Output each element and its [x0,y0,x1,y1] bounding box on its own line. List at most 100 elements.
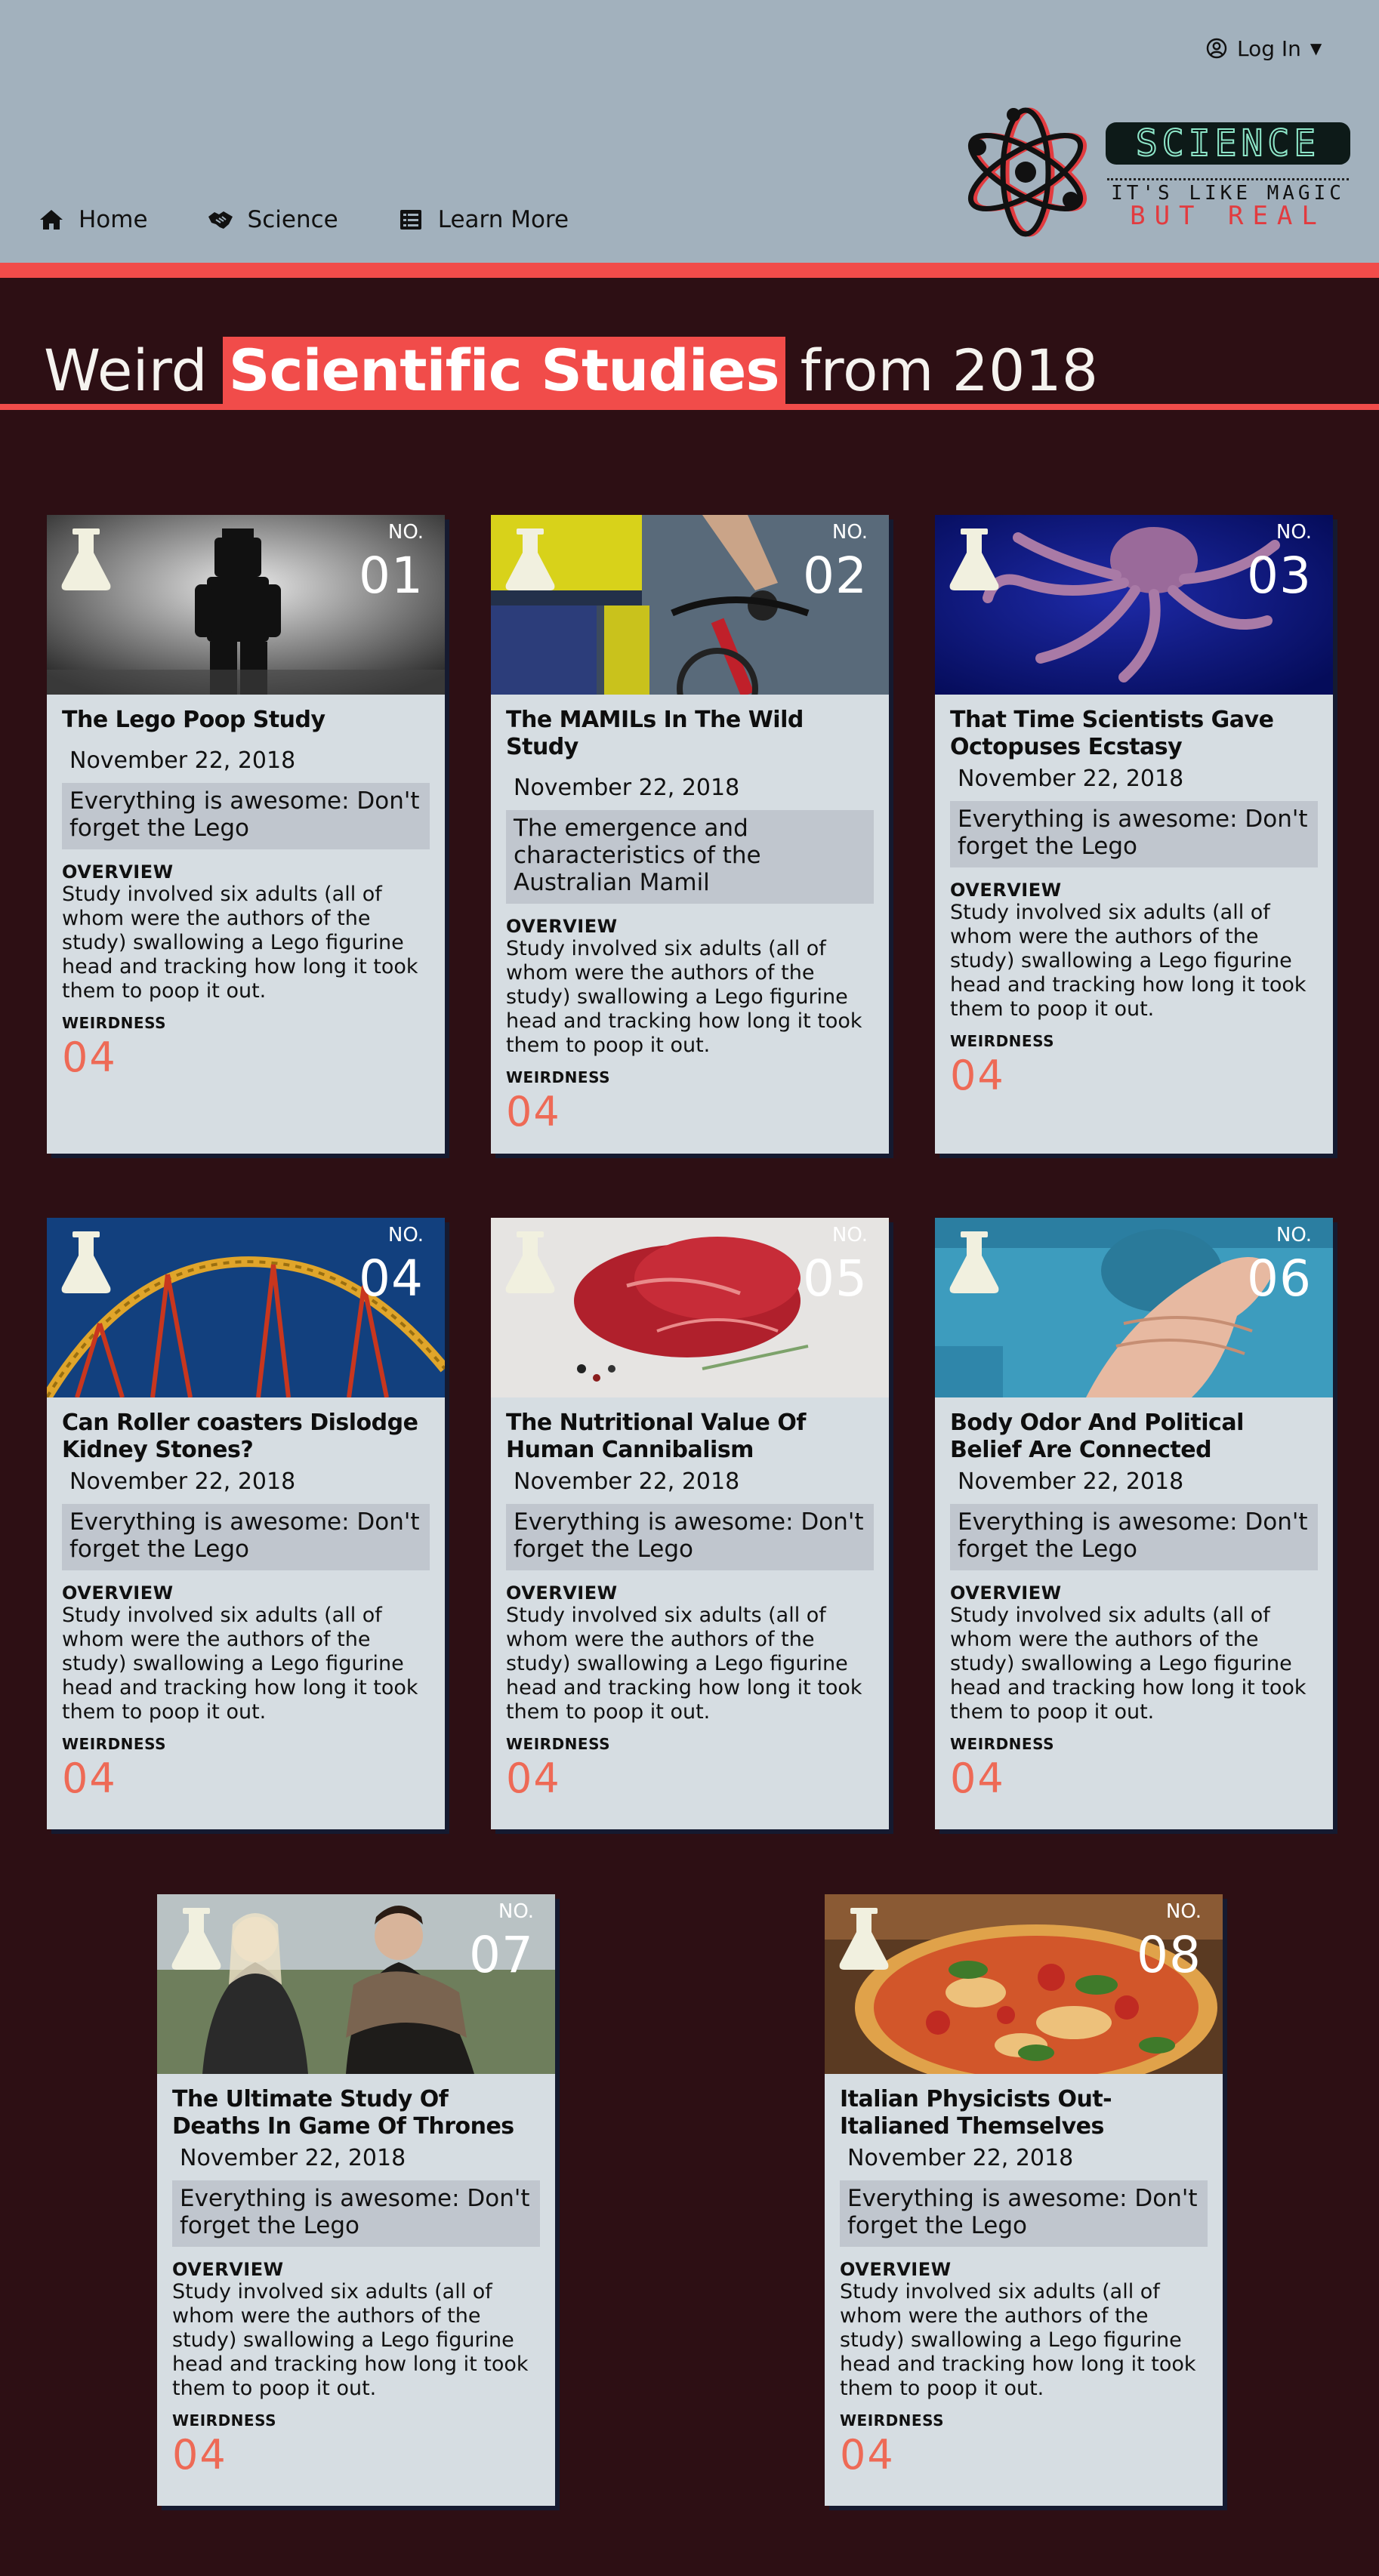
overview-text: Study involved six adults (all of whom w… [950,1604,1307,1724]
weirdness-heading: WEIRDNESS [172,2411,276,2430]
roller-coaster-image: NO. 04 [47,1218,445,1397]
card-number-label: NO. [1165,1900,1202,1923]
card-date: November 22, 2018 [180,2145,406,2171]
nav-item-learn-more[interactable]: Learn More [397,206,569,233]
overview-heading: OVERVIEW [950,1582,1062,1604]
sweaty-shirt-image: NO. 06 [935,1218,1333,1397]
handshake-icon [208,211,233,229]
weirdness-score: 04 [506,1755,561,1802]
card-date: November 22, 2018 [69,1468,296,1495]
main-nav: Home Science Learn More [38,201,628,239]
card-title[interactable]: The Nutritional Value Of Human Cannibali… [506,1410,874,1464]
card-subtitle: Everything is awesome: Don't forget the … [950,1504,1318,1570]
overview-heading: OVERVIEW [506,916,618,937]
overview-heading: OVERVIEW [840,2259,952,2280]
atom-icon [967,107,1087,237]
study-card[interactable]: NO. 06 Body Odor And Political Belief Ar… [935,1218,1333,1829]
home-icon [40,210,63,230]
logo-wordmark: SCIENCE [1106,122,1350,165]
study-card[interactable]: NO. 02 The MAMILs In The Wild Study Nove… [491,515,889,1154]
weirdness-score: 04 [62,1034,117,1081]
card-number: 01 [359,547,424,605]
card-number: 08 [1137,1926,1202,1984]
card-date: November 22, 2018 [958,1468,1184,1495]
overview-heading: OVERVIEW [62,861,174,883]
flask-icon [949,528,999,590]
card-title[interactable]: The Ultimate Study Of Deaths In Game Of … [172,2086,540,2140]
study-card[interactable]: NO. 03 That Time Scientists Gave Octopus… [935,515,1333,1154]
nav-item-home[interactable]: Home [38,206,148,233]
flask-icon [839,1908,889,1970]
study-card[interactable]: NO. 04 Can Roller coasters Dislodge Kidn… [47,1218,445,1829]
card-title[interactable]: Body Odor And Political Belief Are Conne… [950,1410,1318,1464]
cyclist-image: NO. 02 [491,515,889,695]
weirdness-score: 04 [172,2431,227,2479]
weirdness-heading: WEIRDNESS [950,1735,1054,1753]
user-circle-icon [1206,38,1227,59]
card-title[interactable]: Italian Physicists Out-Italianed Themsel… [840,2086,1208,2140]
study-card[interactable]: NO. 05 The Nutritional Value Of Human Ca… [491,1218,889,1829]
page-title-post: from 2018 [800,336,1099,404]
card-number-label: NO. [831,1224,868,1246]
weirdness-heading: WEIRDNESS [62,1014,166,1032]
card-number: 05 [803,1249,868,1308]
nav-item-science[interactable]: Science [207,206,338,233]
card-number: 07 [469,1926,534,1984]
card-subtitle: Everything is awesome: Don't forget the … [62,1504,430,1570]
weirdness-heading: WEIRDNESS [62,1735,166,1753]
card-number: 02 [803,547,868,605]
card-title[interactable]: The Lego Poop Study [62,707,430,734]
weirdness-score: 04 [950,1052,1005,1099]
overview-heading: OVERVIEW [172,2259,284,2280]
title-underline [0,404,1379,410]
list-icon [400,210,421,230]
card-number-label: NO. [831,521,868,544]
card-title[interactable]: Can Roller coasters Dislodge Kidney Ston… [62,1410,430,1464]
card-number-label: NO. [1276,521,1312,544]
flask-icon [61,528,111,590]
card-title[interactable]: The MAMILs In The Wild Study [506,707,874,761]
site-header: Log In ▼ Home Science Learn More SCIENCE… [0,0,1379,263]
card-date: November 22, 2018 [514,1468,740,1495]
card-subtitle: Everything is awesome: Don't forget the … [172,2180,540,2247]
card-number-label: NO. [1276,1224,1312,1246]
weirdness-score: 04 [950,1755,1005,1802]
weirdness-score: 04 [506,1088,561,1135]
card-number: 03 [1247,547,1312,605]
card-number-label: NO. [498,1900,534,1923]
game-of-thrones-image: NO. 07 [157,1894,555,2074]
overview-text: Study involved six adults (all of whom w… [172,2280,529,2400]
study-card[interactable]: NO. 07 The Ultimate Study Of Deaths In G… [157,1894,555,2506]
card-date: November 22, 2018 [514,775,740,801]
nav-item-label: Learn More [437,206,569,233]
flask-icon [505,528,555,590]
pizza-image: NO. 08 [825,1894,1223,2074]
weirdness-heading: WEIRDNESS [506,1068,610,1086]
card-subtitle: Everything is awesome: Don't forget the … [840,2180,1208,2247]
logo-tagline-secondary: BUT REAL [1130,201,1326,231]
nav-item-label: Home [79,206,148,233]
card-subtitle: Everything is awesome: Don't forget the … [950,801,1318,867]
overview-text: Study involved six adults (all of whom w… [950,901,1307,1021]
flask-icon [171,1908,221,1970]
header-accent-bar [0,263,1379,278]
site-logo[interactable]: SCIENCE IT'S LIKE MAGIC BUT REAL [959,106,1352,242]
card-date: November 22, 2018 [69,747,296,774]
octopus-image: NO. 03 [935,515,1333,695]
flask-icon [949,1231,999,1293]
page-title-highlight: Scientific Studies [222,336,785,404]
card-number-label: NO. [387,521,424,544]
study-card[interactable]: NO. 08 Italian Physicists Out-Italianed … [825,1894,1223,2506]
study-card[interactable]: NO. 01 The Lego Poop Study November 22, … [47,515,445,1154]
card-title[interactable]: That Time Scientists Gave Octopuses Ecst… [950,707,1318,761]
chevron-down-icon: ▼ [1310,39,1322,57]
card-number: 06 [1247,1249,1312,1308]
overview-text: Study involved six adults (all of whom w… [62,1604,418,1724]
weirdness-heading: WEIRDNESS [506,1735,610,1753]
card-subtitle: Everything is awesome: Don't forget the … [62,783,430,849]
card-subtitle: Everything is awesome: Don't forget the … [506,1504,874,1570]
card-number-label: NO. [387,1224,424,1246]
overview-text: Study involved six adults (all of whom w… [506,1604,862,1724]
overview-heading: OVERVIEW [62,1582,174,1604]
login-button[interactable]: Log In ▼ [1205,33,1322,63]
